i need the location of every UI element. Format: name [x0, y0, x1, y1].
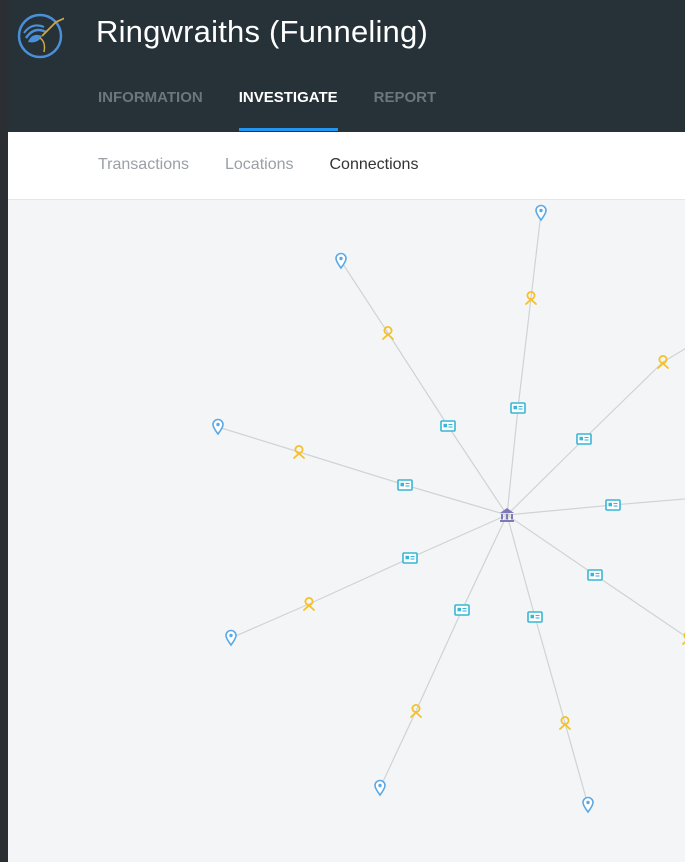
- id-card-icon[interactable]: [605, 499, 621, 511]
- location-pin-icon[interactable]: [535, 204, 547, 222]
- connection-edge: [308, 557, 411, 605]
- tab-report[interactable]: REPORT: [374, 86, 437, 132]
- subtab-connections[interactable]: Connections: [330, 156, 419, 174]
- connection-edge: [594, 574, 685, 637]
- id-card-icon[interactable]: [527, 611, 543, 623]
- connection-edge: [517, 297, 532, 409]
- id-card-icon[interactable]: [576, 433, 592, 445]
- hummingbird-logo-icon[interactable]: [16, 12, 64, 60]
- tab-investigate[interactable]: INVESTIGATE: [238, 86, 338, 132]
- connection-edge: [230, 603, 310, 639]
- location-pin-icon[interactable]: [225, 629, 237, 647]
- connection-edge: [387, 332, 449, 427]
- id-card-icon[interactable]: [454, 604, 470, 616]
- connection-edge: [404, 484, 508, 516]
- app-frame: Ringwraiths (Funneling) INFORMATION INVE…: [8, 0, 685, 862]
- connection-edge: [583, 361, 664, 440]
- id-card-icon[interactable]: [510, 402, 526, 414]
- sub-tabs: Transactions Locations Connections: [98, 156, 454, 174]
- connection-edge: [506, 407, 519, 516]
- connection-edge: [340, 260, 389, 334]
- connections-graph[interactable]: [8, 200, 685, 862]
- connection-edge: [506, 514, 536, 618]
- location-pin-icon[interactable]: [582, 796, 594, 814]
- connection-edge: [612, 498, 685, 506]
- subtab-transactions[interactable]: Transactions: [98, 156, 189, 174]
- connection-edge: [447, 425, 508, 516]
- connection-edge: [415, 609, 463, 712]
- connection-edge: [534, 616, 566, 724]
- location-pin-icon[interactable]: [374, 779, 386, 797]
- connection-edge: [461, 514, 508, 611]
- connection-edge: [506, 514, 596, 576]
- connection-edge: [530, 212, 542, 299]
- id-card-icon[interactable]: [440, 420, 456, 432]
- id-card-icon[interactable]: [397, 479, 413, 491]
- location-pin-icon[interactable]: [212, 418, 224, 436]
- sub-nav: Transactions Locations Connections: [8, 132, 685, 200]
- main-tabs: INFORMATION INVESTIGATE REPORT: [98, 86, 472, 132]
- connection-edge: [506, 438, 585, 516]
- connection-edge: [379, 710, 417, 789]
- connection-edge: [506, 504, 614, 516]
- id-card-icon[interactable]: [402, 552, 418, 564]
- connection-edge: [564, 722, 589, 806]
- app-header: Ringwraiths (Funneling) INFORMATION INVE…: [8, 0, 685, 132]
- connections-graph-canvas: [212, 204, 685, 814]
- tab-information[interactable]: INFORMATION: [98, 86, 203, 132]
- app-title: Ringwraiths (Funneling): [96, 14, 428, 49]
- subtab-locations[interactable]: Locations: [225, 156, 294, 174]
- connection-edge: [409, 514, 508, 559]
- id-card-icon[interactable]: [587, 569, 603, 581]
- connection-edge: [217, 426, 300, 453]
- connection-edge: [298, 451, 406, 486]
